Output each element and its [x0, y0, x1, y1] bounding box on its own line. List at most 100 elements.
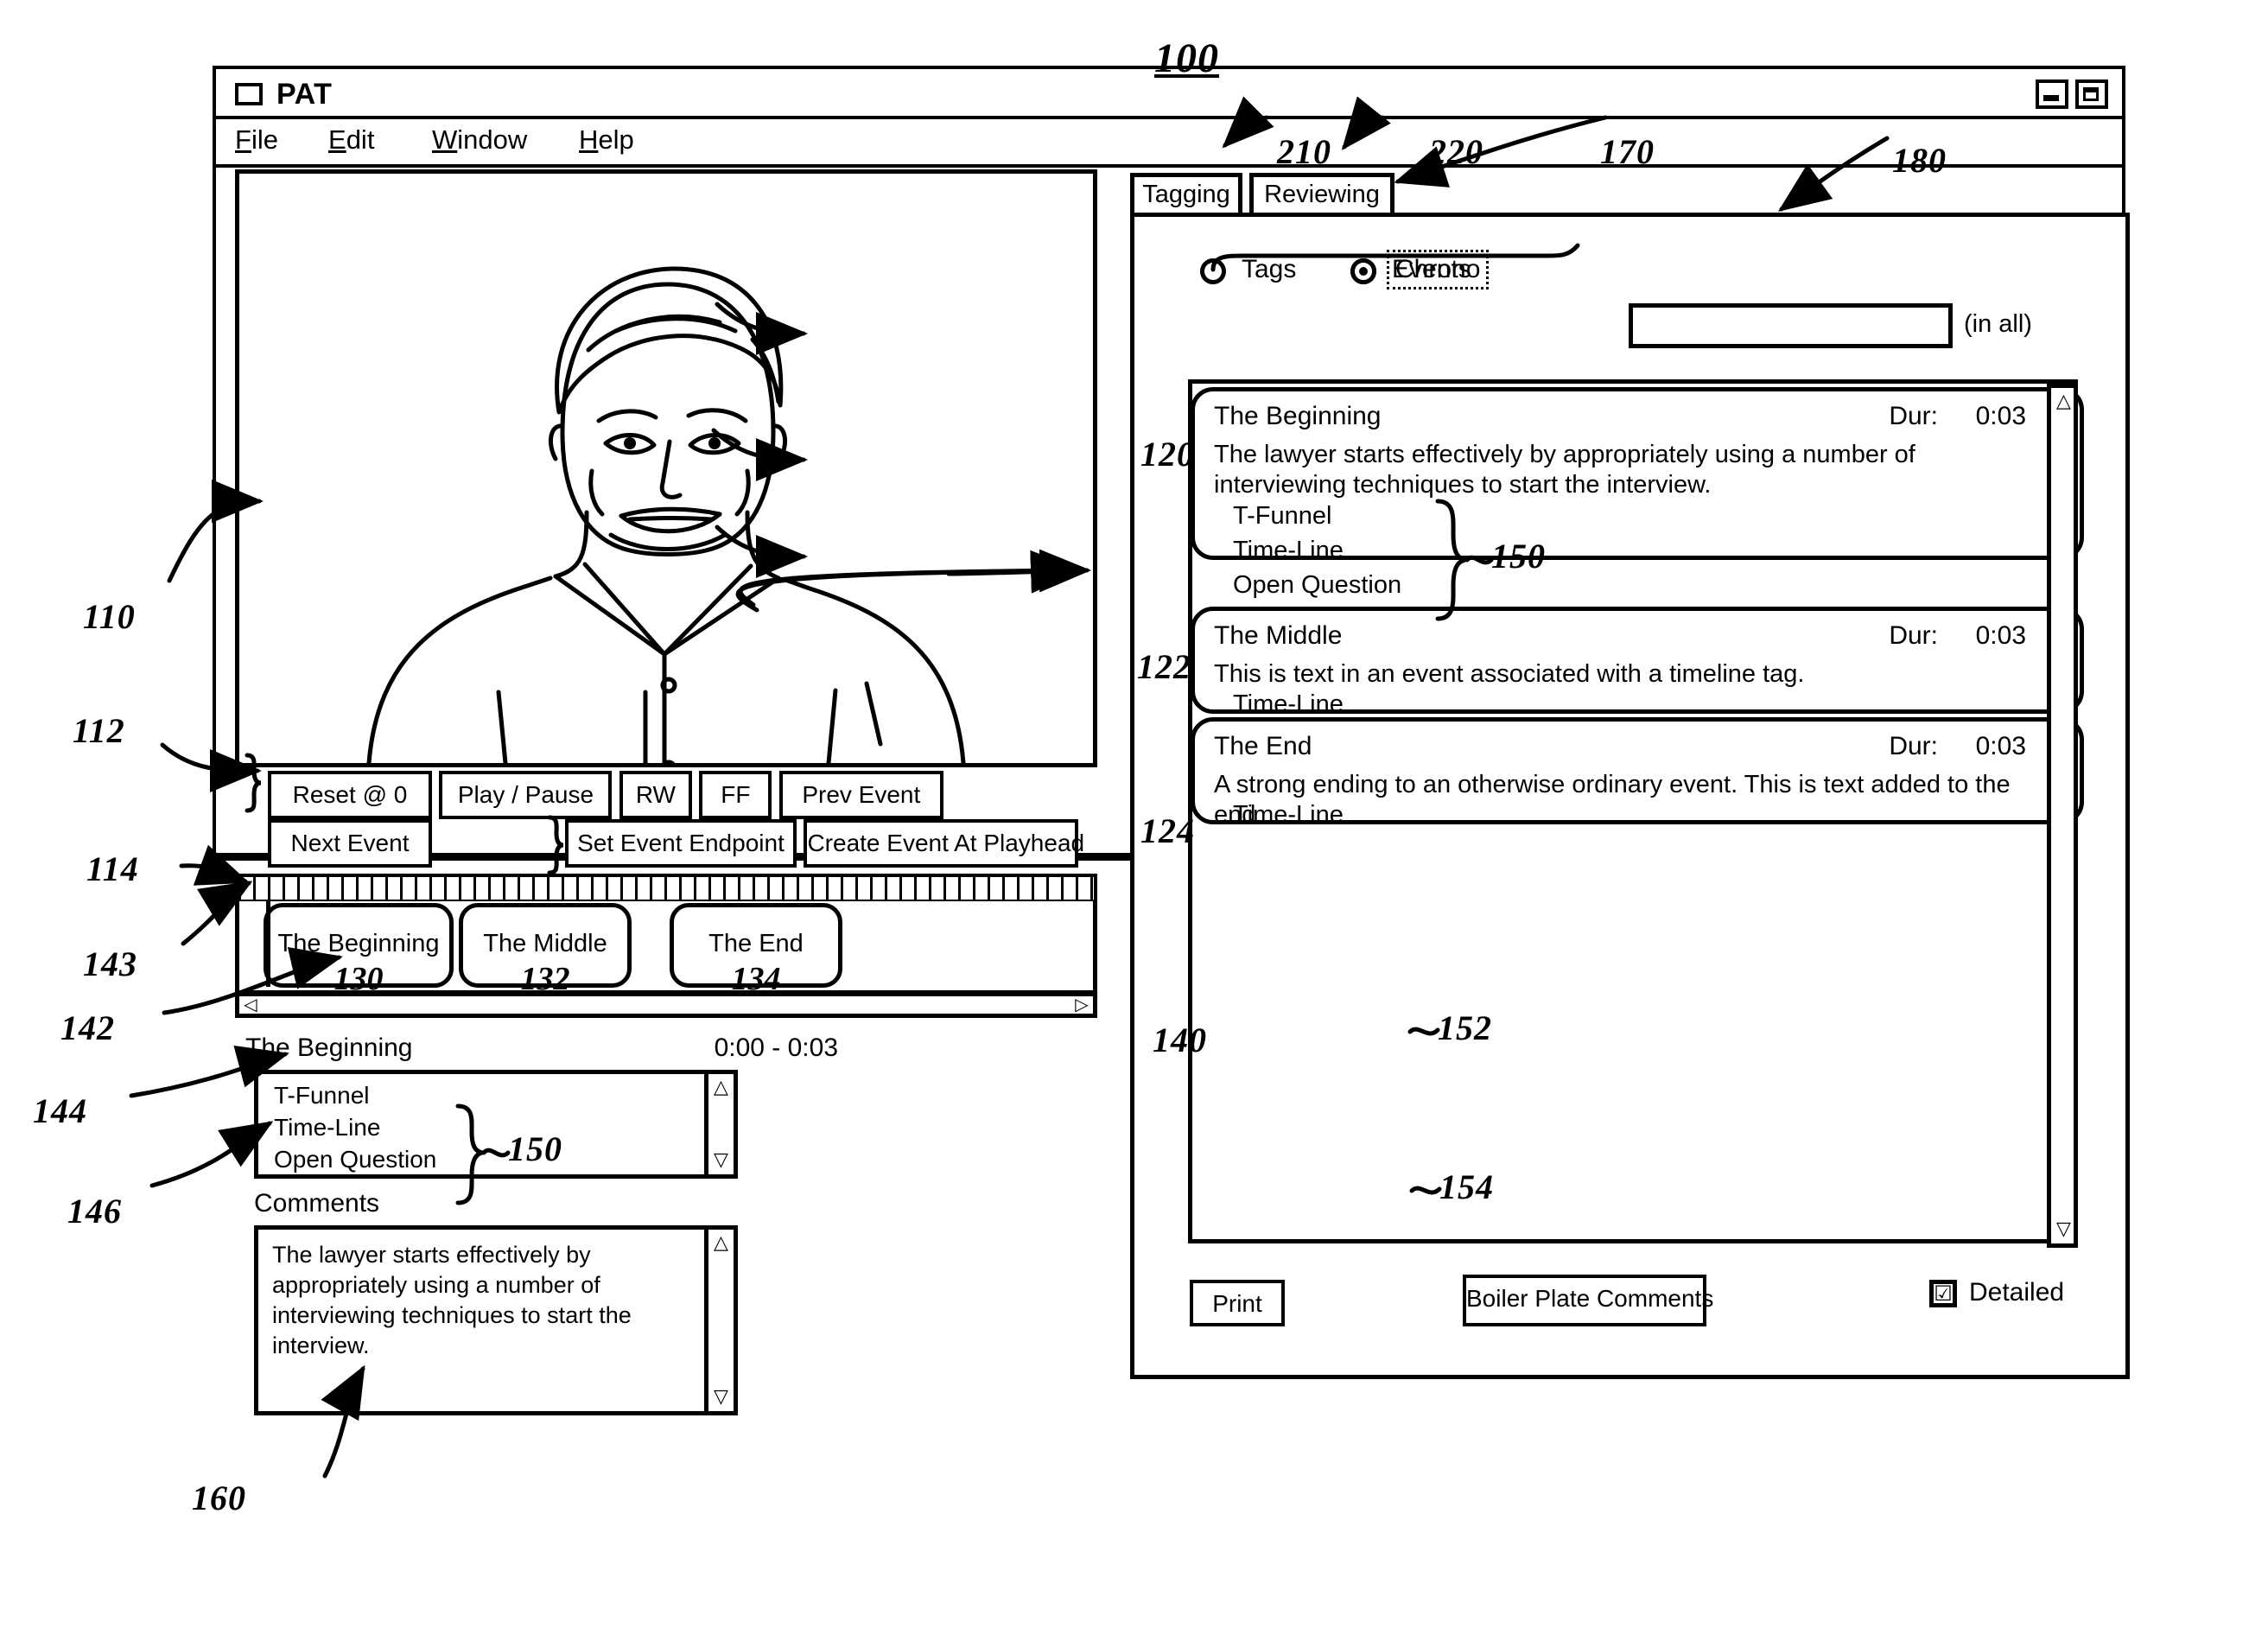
menu-item-help[interactable]: Help — [579, 124, 634, 156]
radio-label-tags[interactable]: Tags — [1242, 255, 1296, 284]
menu-hotkey-file: F — [235, 124, 251, 155]
prev-event-button[interactable]: Prev Event — [778, 771, 943, 819]
radio-label-chrono[interactable]: Chrono — [1386, 250, 1490, 289]
transport-controls: Reset @ 0 Play / Pause RW FF Prev Event … — [268, 771, 1097, 868]
tag-list-item[interactable]: Open Question — [274, 1143, 734, 1175]
menu-item-edit[interactable]: Edit — [328, 124, 374, 156]
scroll-down-arrow-icon[interactable]: ▽ — [708, 1148, 734, 1173]
minimize-icon[interactable] — [2036, 79, 2068, 109]
event-card-title: The End — [1214, 732, 1312, 760]
tag-list-item[interactable]: Time-Line — [274, 1111, 734, 1143]
timeline-ruler[interactable] — [235, 874, 1097, 903]
callout-146: 146 — [67, 1192, 122, 1231]
callout-114: 114 — [86, 849, 139, 888]
event-edit-controls: Set Event Endpoint Create Event At Playh… — [565, 819, 1084, 868]
fast-forward-button[interactable]: FF — [699, 771, 772, 819]
event-card-tag[interactable]: Time-Line — [1233, 537, 1344, 565]
scroll-down-arrow-icon[interactable]: ▽ — [708, 1385, 734, 1409]
tags-list-scrollbar[interactable]: △ ▽ — [704, 1074, 734, 1174]
scroll-right-arrow-icon[interactable]: ▷ — [1070, 996, 1093, 1014]
next-event-button[interactable]: Next Event — [268, 819, 432, 868]
tab-reviewing[interactable]: Reviewing — [1249, 173, 1394, 214]
timeline-track[interactable]: The Beginning 130 The Middle 132 The End… — [235, 901, 1097, 997]
window-icon — [235, 83, 263, 105]
comments-scrollbar[interactable]: △ ▽ — [704, 1230, 734, 1411]
set-event-endpoint-button[interactable]: Set Event Endpoint — [565, 819, 797, 868]
callout-160: 160 — [192, 1479, 246, 1517]
event-card-tag[interactable]: Time-Line — [1233, 690, 1344, 719]
callout-150-tags: 150 — [508, 1129, 562, 1168]
scroll-up-arrow-icon[interactable]: △ — [708, 1076, 734, 1100]
menu-item-file[interactable]: File — [235, 124, 278, 156]
event-card-tag[interactable]: Open Question — [1233, 571, 1401, 600]
track-block-middle[interactable]: The Middle 132 — [459, 903, 632, 997]
callout-143: 143 — [83, 944, 137, 983]
reset-button[interactable]: Reset @ 0 — [268, 771, 432, 819]
boiler-plate-comments-button[interactable]: Boiler Plate Comments — [1463, 1275, 1713, 1326]
selected-event-time-range: 0:00 - 0:03 — [714, 1033, 838, 1062]
event-list-scrollbar[interactable]: △ ▽ — [2047, 384, 2078, 1248]
video-frame-illustration — [366, 266, 966, 763]
menu-rest-help: elp — [598, 124, 634, 155]
menu-rest-window: indow — [457, 124, 528, 155]
comments-text: The lawyer starts effectively by appropr… — [272, 1242, 632, 1358]
menu-bar: File Edit Window Help — [213, 119, 2125, 168]
event-card-dur-label: Dur: — [1889, 621, 1938, 650]
radio-chrono-dot[interactable] — [1350, 258, 1376, 284]
rewind-button[interactable]: RW — [619, 771, 692, 819]
event-card-tag[interactable]: T-Funnel — [1233, 502, 1331, 531]
scroll-left-arrow-icon[interactable]: ◁ — [239, 996, 262, 1014]
scroll-up-arrow-icon[interactable]: △ — [708, 1231, 734, 1256]
event-card-middle[interactable]: The Middle Dur: 0:03 This is text in an … — [1191, 607, 2084, 718]
print-button[interactable]: Print — [1190, 1280, 1285, 1326]
menu-item-window[interactable]: Window — [432, 124, 527, 156]
event-card-duration: 0:03 — [1975, 402, 2026, 430]
callout-142: 142 — [60, 1008, 115, 1047]
event-card-description: The lawyer starts effectively by appropr… — [1214, 441, 1915, 499]
track-block-label: The Middle — [483, 930, 607, 957]
callout-180: 180 — [1892, 141, 1947, 180]
create-event-at-playhead-button[interactable]: Create Event At Playhead — [804, 819, 1084, 868]
selected-event-tags-list[interactable]: T-Funnel Time-Line Open Question △ ▽ — [254, 1070, 738, 1179]
track-block-end[interactable]: The End 134 — [670, 903, 842, 997]
event-card-beginning[interactable]: The Beginning Dur: 0:03 The lawyer start… — [1191, 387, 2084, 599]
menu-rest-edit: dit — [346, 124, 375, 155]
scroll-down-arrow-icon[interactable]: ▽ — [2051, 1218, 2076, 1242]
callout-144: 144 — [33, 1091, 87, 1130]
radio-tags[interactable] — [1200, 258, 1226, 284]
event-card-duration: 0:03 — [1975, 732, 2026, 760]
figure-number: 100 — [1154, 35, 1219, 81]
tag-list-item[interactable]: T-Funnel — [274, 1079, 734, 1111]
event-card-tag[interactable]: Time-Line — [1233, 801, 1344, 830]
playhead-marker[interactable] — [266, 900, 270, 987]
event-card-duration: 0:03 — [1975, 621, 2026, 650]
scroll-up-arrow-icon[interactable]: △ — [2051, 390, 2076, 414]
callout-152: 152 — [1438, 1008, 1492, 1047]
callout-112: 112 — [73, 711, 125, 750]
callout-154: 154 — [1439, 1167, 1494, 1206]
event-card-dur-label: Dur: — [1889, 402, 1938, 430]
tab-tagging[interactable]: Tagging — [1130, 173, 1242, 214]
maximize-icon[interactable] — [2075, 79, 2108, 109]
selected-event-title: The Beginning — [245, 1033, 413, 1062]
timeline-scrollbar[interactable]: ◁ ▷ — [235, 992, 1097, 1018]
detailed-checkbox-label: Detailed — [1969, 1278, 2065, 1307]
callout-124: 124 — [1140, 811, 1195, 850]
event-list[interactable]: The Beginning Dur: 0:03 The lawyer start… — [1188, 379, 2084, 1248]
menu-hotkey-edit: E — [328, 124, 346, 155]
detailed-checkbox[interactable]: ☑ — [1929, 1280, 1957, 1307]
search-scope-label: (in all) — [1964, 310, 2032, 338]
video-player[interactable] — [235, 169, 1097, 767]
event-card-end[interactable]: The End Dur: 0:03 A strong ending to an … — [1191, 717, 2084, 829]
callout-210: 210 — [1277, 132, 1331, 171]
callout-150-event: 150 — [1491, 537, 1546, 576]
callout-140: 140 — [1153, 1021, 1207, 1059]
event-card-title: The Middle — [1214, 621, 1343, 650]
event-card-description: This is text in an event associated with… — [1214, 660, 1805, 688]
track-block-beginning[interactable]: The Beginning 130 — [264, 903, 454, 997]
play-pause-button[interactable]: Play / Pause — [439, 771, 613, 819]
callout-120: 120 — [1140, 435, 1195, 474]
search-input[interactable] — [1629, 303, 1953, 348]
callout-220: 220 — [1429, 132, 1483, 171]
comments-textarea[interactable]: The lawyer starts effectively by appropr… — [254, 1225, 738, 1415]
